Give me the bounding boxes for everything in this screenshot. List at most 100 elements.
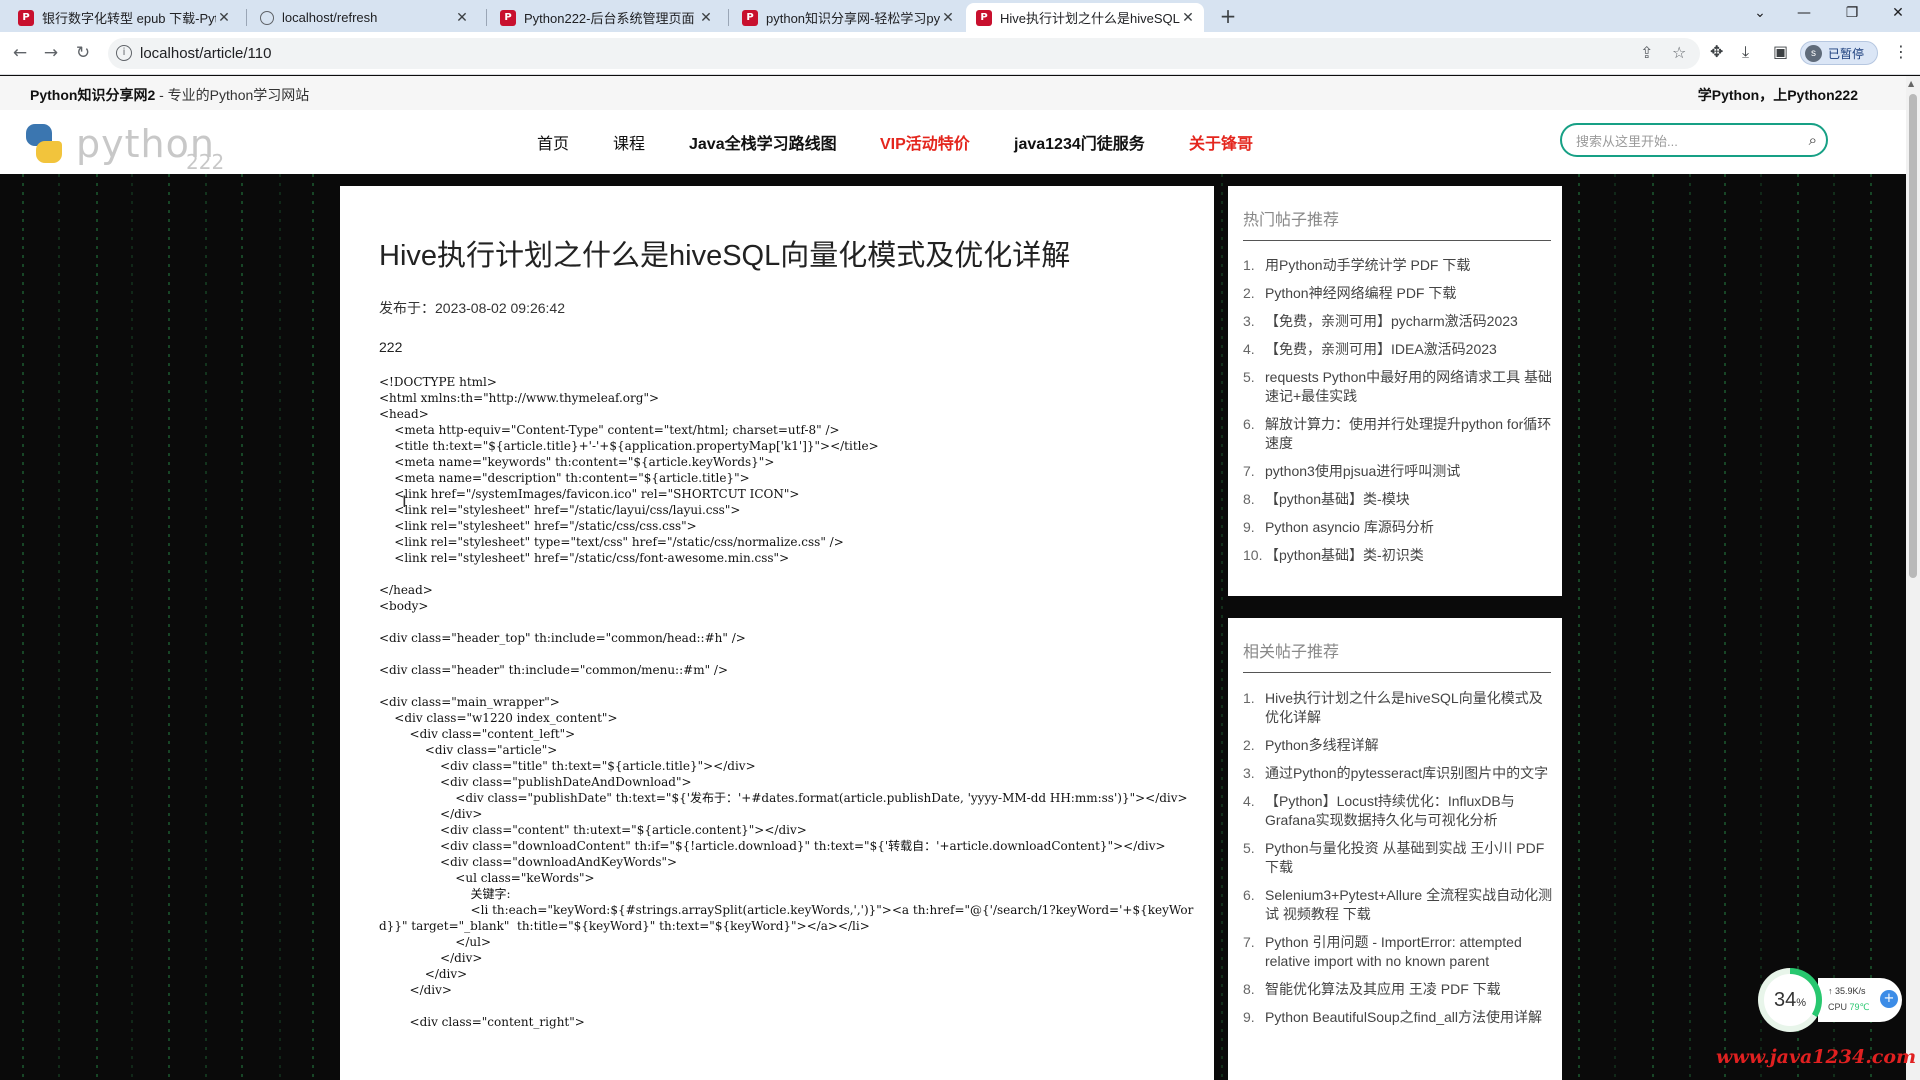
plus-icon[interactable]: +	[1880, 990, 1898, 1008]
cpu-temperature: CPU 79℃	[1828, 1002, 1870, 1013]
tab-search-chevron-icon[interactable]: ⌄	[1740, 0, 1780, 28]
list-item[interactable]: 4. 【免费，亲测可用】IDEA激活码2023	[1243, 340, 1553, 359]
list-item[interactable]: 6. 解放计算力：使用并行处理提升python for循环速度	[1243, 415, 1553, 453]
site-logo[interactable]: python 222	[20, 120, 230, 174]
cpu-usage-ring: 34%	[1758, 968, 1822, 1032]
list-item[interactable]: 1. Hive执行计划之什么是hiveSQL向量化模式及优化详解	[1243, 689, 1553, 727]
search-icon[interactable]: ⌕	[1809, 131, 1817, 149]
item-link[interactable]: Python与量化投资 从基础到实战 王小川 PDF 下载	[1265, 839, 1553, 877]
item-number: 2.	[1243, 737, 1255, 753]
close-icon[interactable]: ✕	[454, 10, 470, 26]
restore-button[interactable]: ❐	[1832, 0, 1872, 28]
tab-title: Python222-后台系统管理页面	[524, 11, 695, 26]
p-icon: P	[500, 9, 516, 26]
nav-courses[interactable]: 课程	[613, 130, 645, 154]
url-text[interactable]: localhost/article/110	[140, 45, 271, 62]
list-item[interactable]: 9. Python BeautifulSoup之find_all方法使用详解	[1243, 1008, 1553, 1027]
list-item[interactable]: 1. 用Python动手学统计学 PDF 下载	[1243, 256, 1553, 275]
site-info-icon[interactable]: i	[116, 45, 132, 61]
item-link[interactable]: 智能优化算法及其应用 王凌 PDF 下载	[1265, 980, 1553, 999]
item-link[interactable]: 【免费，亲测可用】pycharm激活码2023	[1265, 312, 1553, 331]
list-item[interactable]: 9. Python asyncio 库源码分析	[1243, 518, 1553, 537]
browser-tab-1[interactable]: P 银行数字化转型 epub 下载-Pyth ✕	[8, 3, 240, 32]
more-menu-icon[interactable]: ⋮	[1893, 42, 1909, 61]
item-link[interactable]: 【免费，亲测可用】IDEA激活码2023	[1265, 340, 1553, 359]
item-link[interactable]: 解放计算力：使用并行处理提升python for循环速度	[1265, 415, 1553, 453]
browser-tab-5-active[interactable]: P Hive执行计划之什么是hiveSQL ✕	[966, 3, 1204, 32]
list-item[interactable]: 8. 智能优化算法及其应用 王凌 PDF 下载	[1243, 980, 1553, 999]
share-icon[interactable]: ⇪	[1640, 43, 1653, 62]
side-panel-icon[interactable]: ▣	[1773, 42, 1788, 61]
browser-tab-3[interactable]: P Python222-后台系统管理页面 ✕	[490, 3, 722, 32]
back-arrow-icon[interactable]: ←	[8, 41, 32, 65]
item-number: 8.	[1243, 491, 1255, 507]
related-posts-heading: 相关帖子推荐	[1243, 638, 1551, 673]
item-link[interactable]: Python asyncio 库源码分析	[1265, 518, 1553, 537]
site-header: python 222 首页 课程 Java全栈学习路线图 VIP活动特价 jav…	[0, 110, 1906, 174]
scroll-up-icon[interactable]: ▲	[1908, 79, 1914, 88]
site-slogan: 学Python，上Python222	[1697, 87, 1858, 103]
hot-posts-heading: 热门帖子推荐	[1243, 206, 1551, 241]
nav-home[interactable]: 首页	[537, 130, 569, 154]
item-link[interactable]: 用Python动手学统计学 PDF 下载	[1265, 256, 1553, 275]
item-link[interactable]: Python 引用问题 - ImportError: attempted rel…	[1265, 933, 1553, 971]
close-icon[interactable]: ✕	[940, 10, 956, 26]
nav-java-roadmap[interactable]: Java全栈学习路线图	[689, 130, 837, 154]
list-item[interactable]: 6. Selenium3+Pytest+Allure 全流程实战自动化测试 视频教…	[1243, 886, 1553, 924]
forward-arrow-icon[interactable]: →	[39, 41, 63, 65]
list-item[interactable]: 3. 【免费，亲测可用】pycharm激活码2023	[1243, 312, 1553, 331]
item-link[interactable]: 通过Python的pytesseract库识别图片中的文字	[1265, 764, 1553, 783]
item-link[interactable]: 【python基础】类-模块	[1265, 490, 1553, 509]
download-icon[interactable]: ⤓	[1742, 42, 1749, 62]
site-tagline: Python知识分享网2 - 专业的Python学习网站	[30, 85, 309, 105]
new-tab-button[interactable]: +	[1215, 4, 1241, 30]
list-item[interactable]: 2. Python神经网络编程 PDF 下载	[1243, 284, 1553, 303]
avatar: s	[1805, 44, 1822, 62]
item-link[interactable]: python3使用pjsua进行呼叫测试	[1265, 462, 1553, 481]
list-item[interactable]: 5. Python与量化投资 从基础到实战 王小川 PDF 下载	[1243, 839, 1553, 877]
item-link[interactable]: Python神经网络编程 PDF 下载	[1265, 284, 1553, 303]
item-number: 9.	[1243, 519, 1255, 535]
item-link[interactable]: Python BeautifulSoup之find_all方法使用详解	[1265, 1008, 1553, 1027]
bookmark-star-icon[interactable]: ☆	[1672, 43, 1686, 62]
nav-java1234-service[interactable]: java1234门徒服务	[1014, 130, 1145, 154]
address-bar[interactable]: i localhost/article/110 ⇪ ☆	[108, 38, 1700, 69]
browser-tab-2[interactable]: localhost/refresh ✕	[250, 3, 478, 32]
item-link[interactable]: Python多线程详解	[1265, 736, 1553, 755]
minimize-button[interactable]: —	[1784, 0, 1824, 28]
item-number: 7.	[1243, 463, 1255, 479]
nav-about[interactable]: 关于锋哥	[1189, 130, 1253, 154]
close-icon[interactable]: ✕	[1180, 10, 1196, 26]
close-icon[interactable]: ✕	[216, 10, 232, 26]
item-link[interactable]: 【Python】Locust持续优化：InfluxDB与Grafana实现数据持…	[1265, 792, 1553, 830]
cpu-label: CPU	[1828, 1002, 1848, 1012]
logo-version: 222	[186, 150, 225, 174]
search-input[interactable]	[1576, 131, 1796, 151]
hot-posts-box: 热门帖子推荐 1. 用Python动手学统计学 PDF 下载 2. Python神经…	[1228, 186, 1562, 596]
profile-button[interactable]: s 已暂停	[1800, 41, 1878, 65]
list-item[interactable]: 10. 【python基础】类-初识类	[1243, 546, 1553, 565]
reload-icon[interactable]: ↻	[71, 41, 95, 65]
list-item[interactable]: 8. 【python基础】类-模块	[1243, 490, 1553, 509]
item-link[interactable]: 【python基础】类-初识类	[1265, 546, 1553, 565]
list-item[interactable]: 5. requests Python中最好用的网络请求工具 基础速记+最佳实践	[1243, 368, 1553, 406]
item-number: 5.	[1243, 369, 1255, 385]
extensions-puzzle-icon[interactable]: ✥	[1710, 42, 1723, 61]
scrollbar-thumb[interactable]	[1909, 94, 1917, 578]
close-window-button[interactable]: ✕	[1878, 0, 1918, 28]
item-link[interactable]: requests Python中最好用的网络请求工具 基础速记+最佳实践	[1265, 368, 1553, 406]
browser-tab-4[interactable]: P python知识分享网-轻松学习pyt ✕	[732, 3, 964, 32]
item-number: 7.	[1243, 934, 1255, 950]
system-monitor-widget[interactable]: 34% ↑ 35.9K/s CPU 79℃ +	[1758, 968, 1906, 1032]
list-item[interactable]: 4. 【Python】Locust持续优化：InfluxDB与Grafana实现数…	[1243, 792, 1553, 830]
list-item[interactable]: 3. 通过Python的pytesseract库识别图片中的文字	[1243, 764, 1553, 783]
nav-vip-promo[interactable]: VIP活动特价	[880, 130, 970, 154]
page-scrollbar[interactable]: ▲	[1906, 76, 1920, 1080]
article-code-block: <!DOCTYPE html> <html xmlns:th="http://w…	[379, 375, 1194, 1029]
item-link[interactable]: Hive执行计划之什么是hiveSQL向量化模式及优化详解	[1265, 689, 1553, 727]
list-item[interactable]: 7. python3使用pjsua进行呼叫测试	[1243, 462, 1553, 481]
list-item[interactable]: 2. Python多线程详解	[1243, 736, 1553, 755]
item-link[interactable]: Selenium3+Pytest+Allure 全流程实战自动化测试 视频教程 …	[1265, 886, 1553, 924]
list-item[interactable]: 7. Python 引用问题 - ImportError: attempted r…	[1243, 933, 1553, 971]
close-icon[interactable]: ✕	[698, 10, 714, 26]
